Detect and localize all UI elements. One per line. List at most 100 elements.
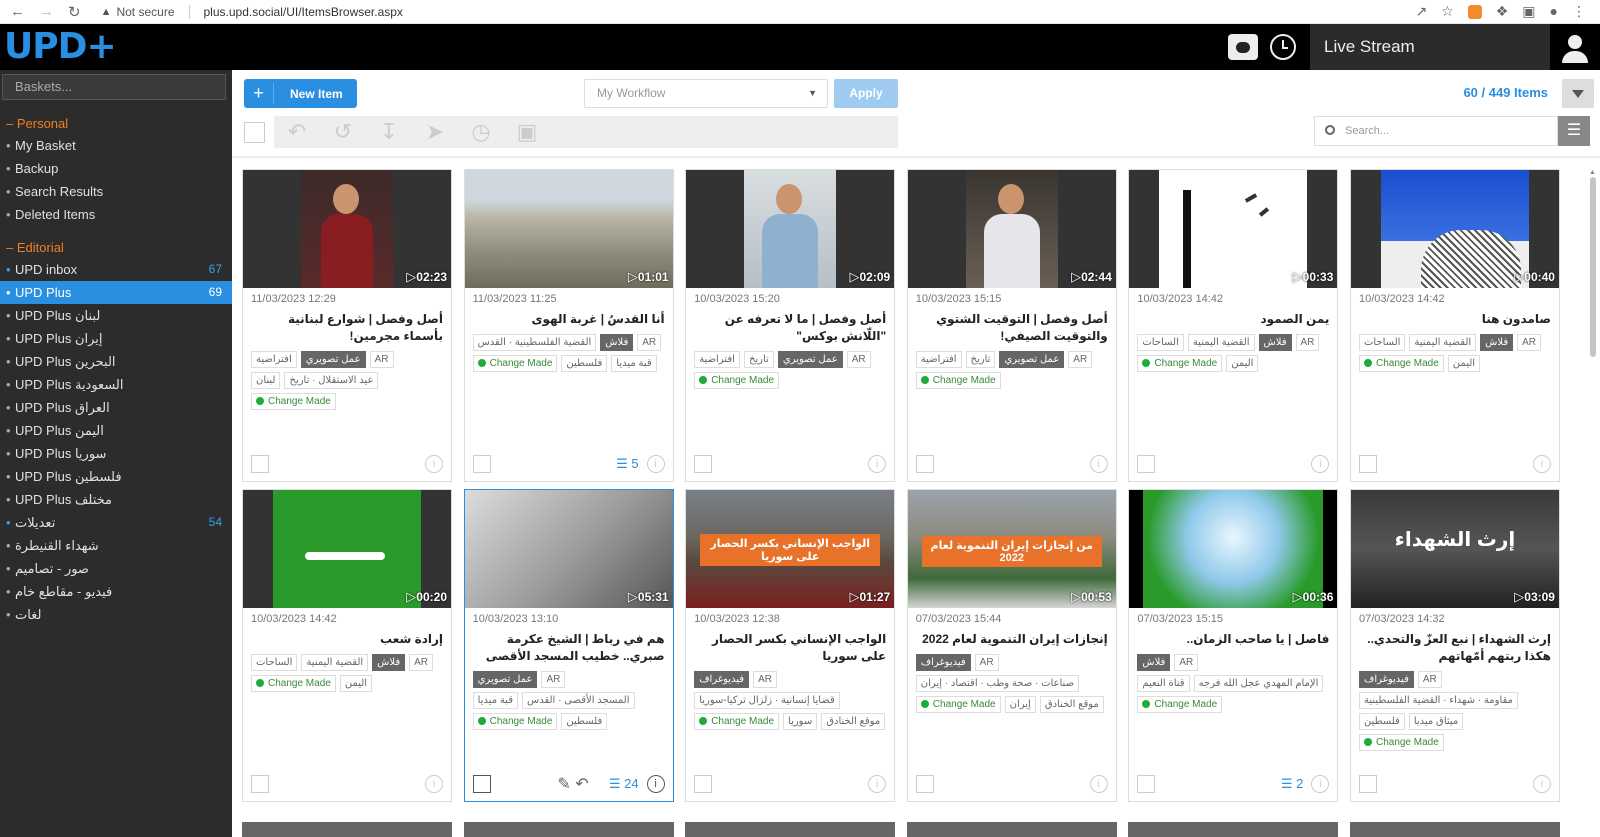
tag[interactable]: فلسطين [561,713,608,730]
sidepanel-icon[interactable]: ▣ [1522,3,1535,20]
type-tag[interactable]: فيديوغراف [694,671,750,688]
info-icon[interactable]: i [1089,775,1108,793]
card-checkbox[interactable] [1137,455,1156,473]
thumbnail[interactable]: 02:44 [907,170,1116,288]
card-checkbox[interactable] [915,455,934,473]
info-icon[interactable]: i [1311,775,1330,793]
tag[interactable]: الساحات [1358,334,1406,351]
partial-card[interactable] [906,822,1117,837]
extension-icon[interactable] [1467,5,1482,19]
item-card[interactable]: 00:20 10/03/2023 14:42 إرادة شعب ARفلاشا… [242,489,452,802]
tag[interactable]: لبنان [251,372,281,389]
sidebar-item[interactable]: • UPD Plus لبنان [0,304,232,327]
status-tag[interactable]: Change Made [1137,696,1223,713]
thumbnail[interactable]: 02:23 [243,170,451,288]
partial-card[interactable] [1349,822,1560,837]
status-tag[interactable]: Change Made [251,675,336,692]
sidebar-item[interactable]: • UPD Plus البحرين [0,350,232,373]
new-item-button[interactable]: + New Item [244,79,357,108]
language-tag[interactable]: AR [1517,334,1542,351]
item-card[interactable]: 00:36 07/03/2023 15:15 فاصل | يا صاحب ال… [1128,489,1339,802]
tag[interactable]: موقع الخنادق [821,713,886,730]
bookmark-star-icon[interactable]: ☆ [1441,3,1454,20]
tag[interactable]: المسجد الأقصى · القدس [521,692,635,709]
thumbnail[interactable]: من إنجازات إيران التنموية لعام 2022 00:5… [907,490,1116,608]
status-tag[interactable]: Change Made [472,713,558,730]
card-checkbox[interactable] [1358,775,1377,793]
address-bar[interactable]: plus.upd.social/UI/ItemsBrowser.aspx [204,5,403,19]
filter-button[interactable] [1562,79,1594,108]
tag[interactable]: القضية اليمنية [1409,334,1477,351]
tag[interactable]: الساحات [1137,334,1184,351]
tag[interactable]: قبة ميديا [611,355,657,372]
schedule-clock-icon[interactable]: ◷ [466,119,496,145]
reload-icon[interactable]: ↻ [68,3,81,21]
sidebar-item[interactable]: • لغات [0,603,232,626]
user-menu-button[interactable] [1550,24,1600,70]
status-tag[interactable]: Change Made [1358,355,1444,372]
reply-icon[interactable]: ↶ [282,119,312,145]
tag[interactable]: فلسطين [1358,713,1405,730]
card-title[interactable]: إنجازات إيران التنموية لعام 2022 [916,631,1108,648]
card-title[interactable]: هم في رباط | الشيخ عكرمة صبري.. خطيب الم… [473,631,665,665]
type-tag[interactable]: فلاش [600,334,634,351]
thumbnail[interactable]: 05:31 [464,490,673,608]
info-icon[interactable]: i [868,455,887,473]
baskets-search-input[interactable]: Baskets... [2,74,226,100]
card-title[interactable]: أصل وفصل | شوارع لبنانية بأسماء مجرمين! [251,311,443,345]
language-tag[interactable]: AR [1174,654,1199,671]
apply-button[interactable]: Apply [834,79,898,108]
tag[interactable]: القضية اليمنية [1187,334,1255,351]
sidebar-item[interactable]: • UPD inbox 67 [0,258,232,281]
thumbnail[interactable]: 00:36 [1129,490,1338,608]
partial-card[interactable] [242,822,452,837]
tag[interactable]: اليمن [1447,355,1481,372]
sidebar-section-heading[interactable]: – Editorial [0,226,232,258]
sidebar-item[interactable]: • تعديلات 54 [0,511,232,534]
chat-button[interactable] [1228,34,1258,60]
tag[interactable]: ميثاق ميديا [1408,713,1464,730]
tag[interactable]: قضايا إنسانية · زلزال تركيا-سوريا [694,692,840,709]
card-title[interactable]: الواجب الإنساني بكسر الحصار على سوريا [694,631,886,665]
tag[interactable]: صناعات · صحة وطب · اقتصاد · إيران [915,675,1080,692]
sidebar-item[interactable]: • فيديو - مقاطع خام [0,580,232,603]
sidebar-item[interactable]: • UPD Plus اليمن [0,419,232,442]
sidebar-item[interactable]: • My Basket [0,134,232,157]
share-icon[interactable]: ↗ [1415,3,1427,20]
language-tag[interactable]: AR [846,351,871,368]
tag[interactable]: تاريخ [743,351,774,368]
tag[interactable]: تاريخ [965,351,996,368]
versions-count[interactable]: ☰ 24 [609,776,639,792]
info-icon[interactable]: i [425,775,443,793]
language-tag[interactable]: AR [974,654,999,671]
security-indicator[interactable]: ▲ Not secure [101,5,175,19]
card-title[interactable]: إرادة شعب [251,631,443,648]
item-card[interactable]: إرث الشهداء 03:09 07/03/2023 14:32 إرث ا… [1349,489,1560,802]
item-card[interactable]: 00:33 10/03/2023 14:42 يمن الصمود ARفلاش… [1128,169,1339,482]
card-checkbox[interactable] [694,455,713,473]
language-tag[interactable]: AR [541,671,566,688]
item-card[interactable]: 02:23 11/03/2023 12:29 أصل وفصل | شوارع … [242,169,452,482]
item-card[interactable]: 02:09 10/03/2023 15:20 أصل وفصل | ما لا … [685,169,896,482]
trash-icon[interactable]: ▣ [512,119,542,145]
sidebar-item[interactable]: • Search Results [0,180,232,203]
edit-icon[interactable]: ✎ [557,776,570,793]
workflow-select[interactable]: My Workflow ▼ [584,79,828,108]
thumbnail[interactable]: 00:20 [243,490,451,608]
card-title[interactable]: إرث الشهداء | نبع العزّ والتحدي.. هكذا ر… [1359,631,1551,665]
info-icon[interactable]: i [868,775,887,793]
sidebar-item[interactable]: • صور - تصاميم [0,557,232,580]
tag[interactable]: اليمن [1226,355,1259,372]
live-stream-button[interactable]: Live Stream [1310,24,1550,70]
thumbnail[interactable]: إرث الشهداء 03:09 [1350,490,1559,608]
info-icon[interactable]: i [425,455,443,473]
profile-icon[interactable]: ● [1550,3,1558,20]
item-card[interactable]: الواجب الإنساني بكسر الحصار على سوريا 01… [685,489,896,802]
language-tag[interactable]: AR [1417,671,1442,688]
type-tag[interactable]: فلاش [1480,334,1514,351]
thumbnail[interactable]: الواجب الإنساني بكسر الحصار على سوريا 01… [686,490,895,608]
card-title[interactable]: أصل وفصل | ما لا تعرفه عن "اللّانش بوكس" [694,311,886,345]
sidebar-item[interactable]: • Backup [0,157,232,180]
card-title[interactable]: أنا القدسُ | غربة الهوى [473,311,665,328]
item-card[interactable]: 05:31 10/03/2023 13:10 هم في رباط | الشي… [463,489,674,802]
